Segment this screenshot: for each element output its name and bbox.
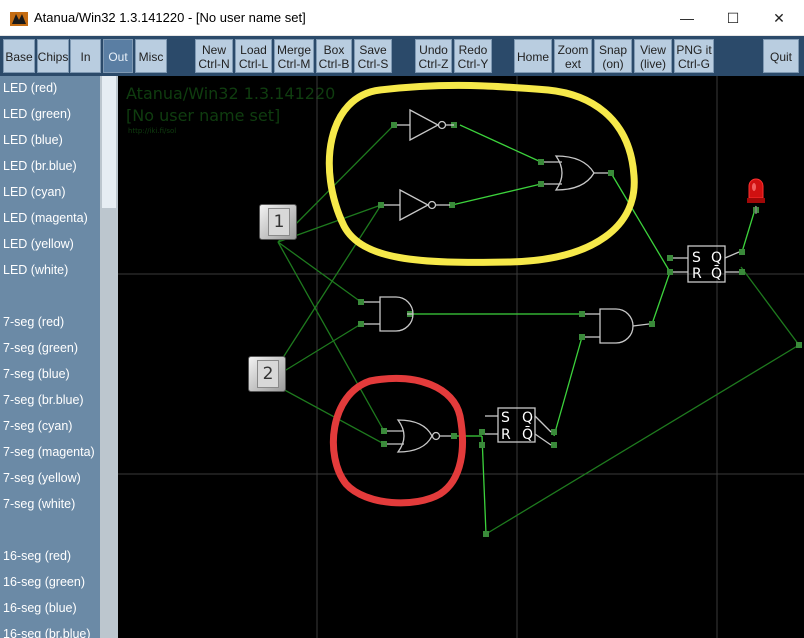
merge-button[interactable]: Merge Ctrl-M (274, 39, 314, 73)
tab-chips[interactable]: Chips (37, 39, 69, 73)
and-gate[interactable] (364, 296, 414, 332)
toolbar: Base Chips In Out Misc New Ctrl-N Load C… (0, 36, 804, 76)
maximize-button[interactable]: ☐ (710, 0, 756, 36)
latch-r-label: R (692, 266, 702, 282)
home-button[interactable]: Home (514, 39, 552, 73)
list-item[interactable]: 7-seg (red) (3, 315, 64, 329)
red-led[interactable] (747, 178, 765, 214)
list-item[interactable]: LED (magenta) (3, 211, 88, 225)
yellow-annotation-circle (325, 81, 638, 266)
list-item[interactable]: 7-seg (green) (3, 341, 78, 355)
scrollbar-thumb[interactable] (102, 76, 116, 208)
circuit-diagram: S R Q Q̄ S R Q Q̄ (118, 76, 804, 638)
snap-button[interactable]: Snap (on) (594, 39, 632, 73)
list-item[interactable]: 16-seg (red) (3, 549, 71, 563)
input-key-2[interactable]: 2 (248, 356, 286, 392)
save-button[interactable]: Save Ctrl-S (354, 39, 392, 73)
list-item[interactable]: LED (cyan) (3, 185, 66, 199)
sidebar-scrollbar[interactable] (100, 76, 118, 638)
close-icon: ✕ (773, 9, 785, 26)
or-gate[interactable] (544, 155, 608, 191)
zoom-button[interactable]: Zoom ext (554, 39, 592, 73)
list-item[interactable]: 7-seg (magenta) (3, 445, 95, 459)
list-item[interactable]: 16-seg (br.blue) (3, 627, 91, 638)
close-button[interactable]: ✕ (756, 0, 802, 36)
app-icon (10, 12, 28, 26)
list-item[interactable]: 16-seg (blue) (3, 601, 77, 615)
input-key-1[interactable]: 1 (259, 204, 297, 240)
latch-qbar-label: Q̄ (711, 264, 722, 282)
grid-lines (118, 76, 804, 638)
latch-r-label: R (501, 427, 511, 443)
quit-button[interactable]: Quit (763, 39, 799, 73)
latch-s-label: S (692, 250, 701, 266)
key-2-label: 2 (257, 360, 279, 388)
latch-qbar-label: Q̄ (522, 425, 533, 443)
circuit-canvas[interactable]: Atanua/Win32 1.3.141220 [No user name se… (118, 76, 804, 638)
maximize-icon: ☐ (726, 9, 740, 26)
not-gate[interactable] (397, 108, 454, 142)
list-item[interactable]: LED (blue) (3, 133, 63, 147)
tab-misc[interactable]: Misc (135, 39, 167, 73)
list-item[interactable]: 7-seg (blue) (3, 367, 70, 381)
sr-latch[interactable]: S R Q Q̄ (673, 245, 740, 283)
list-item[interactable]: 7-seg (yellow) (3, 471, 81, 485)
minimize-button[interactable]: — (664, 0, 710, 36)
list-item[interactable]: LED (white) (3, 263, 68, 277)
nor-gate[interactable] (387, 419, 451, 453)
sr-latch[interactable]: S R Q Q̄ (485, 407, 552, 446)
latch-s-label: S (501, 410, 510, 426)
list-item[interactable]: 7-seg (br.blue) (3, 393, 84, 407)
not-gate[interactable] (384, 188, 450, 222)
key-1-label: 1 (268, 208, 290, 236)
tab-out[interactable]: Out (103, 39, 133, 73)
new-button[interactable]: New Ctrl-N (195, 39, 233, 73)
and-gate[interactable] (585, 308, 650, 344)
title-bar: Atanua/Win32 1.3.141220 - [No user name … (0, 0, 804, 36)
list-item[interactable]: 7-seg (white) (3, 497, 75, 511)
view-button[interactable]: View (live) (634, 39, 672, 73)
tab-in[interactable]: In (70, 39, 101, 73)
png-button[interactable]: PNG it Ctrl-G (674, 39, 714, 73)
red-annotation-circle (330, 374, 466, 507)
pins (358, 122, 802, 537)
active-wires (410, 124, 757, 535)
list-item[interactable]: LED (red) (3, 81, 57, 95)
list-item[interactable]: LED (green) (3, 107, 71, 121)
list-item[interactable]: 7-seg (cyan) (3, 419, 72, 433)
redo-button[interactable]: Redo Ctrl-Y (454, 39, 492, 73)
minimize-icon: — (680, 10, 694, 26)
list-item[interactable]: 16-seg (green) (3, 575, 85, 589)
tab-base[interactable]: Base (3, 39, 35, 73)
box-button[interactable]: Box Ctrl-B (316, 39, 352, 73)
undo-button[interactable]: Undo Ctrl-Z (415, 39, 452, 73)
load-button[interactable]: Load Ctrl-L (235, 39, 272, 73)
latch-q-label: Q (711, 250, 722, 266)
latch-q-label: Q (522, 410, 533, 426)
list-item[interactable]: LED (br.blue) (3, 159, 77, 173)
window-title: Atanua/Win32 1.3.141220 - [No user name … (34, 10, 306, 25)
list-item[interactable]: LED (yellow) (3, 237, 74, 251)
